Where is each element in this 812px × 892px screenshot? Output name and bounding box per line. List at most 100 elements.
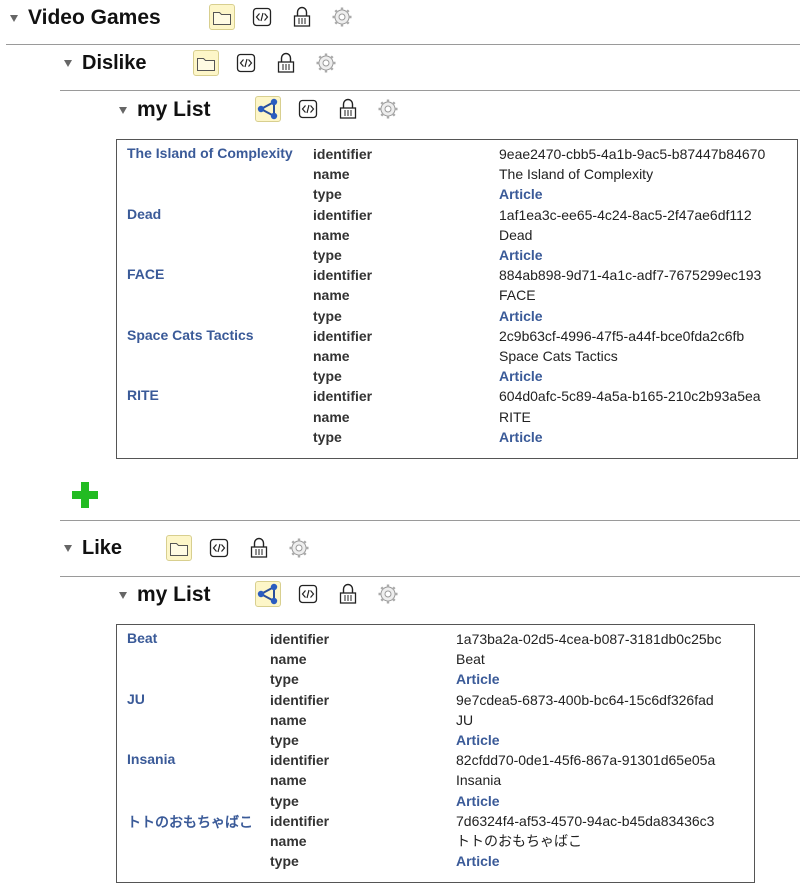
item-title-link[interactable]: Space Cats Tactics [127, 327, 254, 343]
table-row: Beat identifier 1a73ba2a-02d5-4cea-b087-… [127, 629, 721, 649]
item-title-cell: トトのおもちゃばこ [127, 811, 270, 872]
root-toolbar [209, 4, 355, 30]
field-label: name [313, 166, 350, 183]
item-type-link[interactable]: Article [499, 247, 543, 263]
item-title-link[interactable]: Beat [127, 630, 157, 646]
root-divider [6, 44, 800, 45]
item-type-link[interactable]: Article [499, 186, 543, 202]
item-title-link[interactable]: JU [127, 691, 145, 707]
code-icon[interactable] [249, 4, 275, 30]
section-title: Dislike [82, 51, 147, 74]
list-header: my List [119, 579, 211, 611]
field-label: name [270, 772, 307, 789]
collapse-toggle[interactable] [64, 544, 72, 552]
collapse-toggle[interactable] [64, 59, 72, 67]
section-divider [60, 576, 800, 577]
field-label: type [313, 247, 342, 264]
folder-icon[interactable] [209, 4, 235, 30]
code-icon[interactable] [295, 96, 321, 122]
item-title-cell: FACE [127, 265, 313, 326]
field-label: type [270, 792, 299, 809]
table-row: JU identifier 9e7cdea5-6873-400b-bc64-15… [127, 690, 721, 710]
field-label: type [313, 368, 342, 385]
list-title: my List [137, 98, 211, 121]
root-title: Video Games [28, 6, 161, 29]
item-title-link[interactable]: FACE [127, 266, 164, 282]
item-list-box: Beat identifier 1a73ba2a-02d5-4cea-b087-… [116, 624, 755, 883]
item-type-cell: Article [456, 669, 721, 689]
code-icon[interactable] [206, 535, 232, 561]
table-row: The Island of Complexity identifier 9eae… [127, 144, 765, 164]
field-label: name [313, 287, 350, 304]
item-type-cell: Article [499, 306, 765, 326]
field-label: identifier [270, 812, 330, 829]
item-name: Beat [456, 651, 485, 668]
item-type-link[interactable]: Article [456, 732, 500, 748]
gear-icon[interactable] [375, 96, 401, 122]
gear-icon[interactable] [313, 50, 339, 76]
lock-icon[interactable] [335, 96, 361, 122]
gear-icon[interactable] [286, 535, 312, 561]
item-identifier: 82cfdd70-0de1-45f6-867a-91301d65e05a [456, 752, 716, 769]
item-type-link[interactable]: Article [499, 429, 543, 445]
field-label: identifier [313, 388, 373, 405]
item-name: FACE [499, 287, 536, 304]
item-type-link[interactable]: Article [499, 308, 543, 324]
item-identifier: 884ab898-9d71-4a1c-adf7-7675299ec193 [499, 267, 762, 284]
item-list-box: The Island of Complexity identifier 9eae… [116, 139, 798, 459]
item-type-link[interactable]: Article [456, 671, 500, 687]
item-title-link[interactable]: トトのおもちゃばこ [127, 814, 253, 830]
field-label: name [270, 711, 307, 728]
add-icon[interactable] [70, 480, 100, 510]
item-title-link[interactable]: Insania [127, 751, 175, 767]
collapse-toggle[interactable] [10, 14, 18, 22]
item-name: トトのおもちゃばこ [456, 832, 582, 849]
item-identifier: 1a73ba2a-02d5-4cea-b087-3181db0c25bc [456, 631, 722, 648]
field-label: type [313, 307, 342, 324]
folder-icon[interactable] [193, 50, 219, 76]
item-title-cell: RITE [127, 386, 313, 447]
lock-icon[interactable] [289, 4, 315, 30]
table-row: Dead identifier 1af1ea3c-ee65-4c24-8ac5-… [127, 205, 765, 225]
item-type-link[interactable]: Article [456, 853, 500, 869]
item-title-cell: Space Cats Tactics [127, 326, 313, 387]
field-label: type [270, 732, 299, 749]
section-title: Like [82, 536, 123, 559]
item-title-cell: Beat [127, 629, 270, 690]
list-title: my List [137, 583, 211, 606]
list-toolbar [255, 581, 401, 607]
item-identifier: 604d0afc-5c89-4a5a-b165-210c2b93a5ea [499, 388, 761, 405]
item-type-cell: Article [456, 791, 721, 811]
item-name: Dead [499, 226, 533, 243]
item-title-cell: JU [127, 690, 270, 751]
item-title-link[interactable]: Dead [127, 206, 161, 222]
gear-icon[interactable] [329, 4, 355, 30]
lock-icon[interactable] [335, 581, 361, 607]
item-title-link[interactable]: The Island of Complexity [127, 145, 293, 161]
field-label: name [313, 408, 350, 425]
gear-icon[interactable] [375, 581, 401, 607]
field-label: identifier [313, 267, 373, 284]
graph-icon[interactable] [255, 96, 281, 122]
lock-icon[interactable] [246, 535, 272, 561]
item-name: Insania [456, 772, 502, 789]
table-row: RITE identifier 604d0afc-5c89-4a5a-b165-… [127, 386, 765, 406]
field-label: name [313, 226, 350, 243]
field-label: type [270, 853, 299, 870]
item-type-link[interactable]: Article [499, 368, 543, 384]
item-name: Space Cats Tactics [499, 347, 618, 364]
code-icon[interactable] [233, 50, 259, 76]
collapse-toggle[interactable] [119, 106, 127, 114]
item-identifier: 9e7cdea5-6873-400b-bc64-15c6df326fad [456, 691, 714, 708]
folder-icon[interactable] [166, 535, 192, 561]
field-label: type [270, 671, 299, 688]
item-type-link[interactable]: Article [456, 793, 500, 809]
item-table: Beat identifier 1a73ba2a-02d5-4cea-b087-… [127, 629, 721, 871]
lock-icon[interactable] [273, 50, 299, 76]
code-icon[interactable] [295, 581, 321, 607]
item-title-link[interactable]: RITE [127, 387, 159, 403]
field-label: identifier [313, 327, 373, 344]
collapse-toggle[interactable] [119, 591, 127, 599]
graph-icon[interactable] [255, 581, 281, 607]
item-name: The Island of Complexity [499, 166, 654, 183]
